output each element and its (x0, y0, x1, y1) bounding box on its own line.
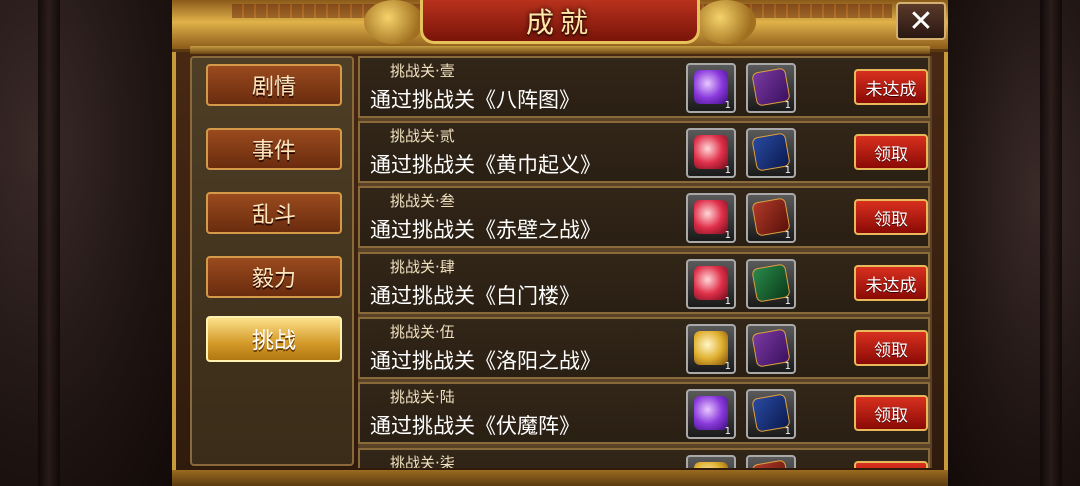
achievement-stage-label: 挑战关·壹 (390, 62, 455, 80)
purple-gem-icon (694, 70, 728, 104)
reward-count: 1 (784, 230, 791, 241)
panel-inner-border (190, 46, 930, 54)
not-achieved-button[interactable]: 未达成 (854, 69, 928, 105)
action-label: 未达成 (865, 275, 917, 296)
reward-slot[interactable]: 1 (686, 259, 736, 309)
tab-event[interactable]: 事件 (206, 128, 342, 170)
claim-button[interactable]: 领取 (854, 330, 928, 366)
reward-slot[interactable]: 1 (686, 324, 736, 374)
achievement-stage-label: 挑战关·肆 (390, 258, 455, 276)
background-decor (1040, 0, 1062, 486)
achievement-row: 挑战关·柒 (358, 448, 930, 468)
achievement-stage-label: 挑战关·贰 (390, 127, 455, 145)
page-title: 成就 (525, 5, 594, 39)
achievement-row: 挑战关·壹 通过挑战关《八阵图》 1 1 未达成 (358, 56, 930, 118)
reward-count: 1 (724, 296, 731, 307)
red-gem-icon (694, 135, 728, 169)
reward-slot[interactable]: 1 (746, 128, 796, 178)
category-sidebar: 剧情 事件 乱斗 毅力 挑战 (190, 56, 354, 466)
close-button[interactable]: ✕ (896, 2, 946, 40)
background-decor (38, 0, 60, 486)
tab-story[interactable]: 剧情 (206, 64, 342, 106)
claim-button[interactable] (854, 461, 928, 468)
panel-bottom-border (172, 470, 948, 486)
scroll-ornament-icon (696, 0, 756, 44)
title-plate: 成就 (420, 0, 700, 44)
tab-label: 乱斗 (251, 203, 296, 228)
reward-slot[interactable]: 1 (746, 324, 796, 374)
action-label: 领取 (874, 405, 908, 426)
reward-slot[interactable]: 1 (746, 259, 796, 309)
reward-slot[interactable]: 1 (686, 128, 736, 178)
achievement-title: 通过挑战关《八阵图》 (370, 88, 580, 112)
reward-count: 1 (784, 426, 791, 437)
gold-gem-icon (694, 462, 728, 468)
background-left (0, 0, 180, 486)
action-label: 领取 (874, 340, 908, 361)
reward-slot[interactable]: 1 (686, 193, 736, 243)
red-gem-icon (694, 266, 728, 300)
reward-count: 1 (724, 426, 731, 437)
reward-count: 1 (724, 100, 731, 111)
achievement-title: 通过挑战关《伏魔阵》 (370, 414, 580, 438)
action-label: 领取 (874, 144, 908, 165)
tab-label: 毅力 (251, 267, 296, 292)
reward-count: 1 (724, 165, 731, 176)
close-icon: ✕ (908, 3, 934, 39)
achievement-stage-label: 挑战关·叁 (390, 192, 455, 210)
achievement-stage-label: 挑战关·伍 (390, 323, 455, 341)
achievement-row: 挑战关·贰 通过挑战关《黄巾起义》 1 1 领取 (358, 121, 930, 183)
reward-slot[interactable] (746, 455, 796, 468)
action-label: 领取 (874, 209, 908, 230)
tab-label: 挑战 (251, 329, 296, 354)
achievement-title: 通过挑战关《白门楼》 (370, 284, 580, 308)
tab-challenge[interactable]: 挑战 (206, 316, 342, 362)
reward-slot[interactable]: 1 (746, 193, 796, 243)
reward-count: 1 (784, 100, 791, 111)
reward-count: 1 (784, 165, 791, 176)
not-achieved-button[interactable]: 未达成 (854, 265, 928, 301)
tab-perseverance[interactable]: 毅力 (206, 256, 342, 298)
achievement-row: 挑战关·叁 通过挑战关《赤壁之战》 1 1 领取 (358, 186, 930, 248)
claim-button[interactable]: 领取 (854, 199, 928, 235)
tab-label: 剧情 (251, 75, 296, 100)
achievement-list[interactable]: 挑战关·壹 通过挑战关《八阵图》 1 1 未达成 挑战关·贰 通过挑战关《黄巾起… (358, 56, 932, 468)
reward-slot[interactable]: 1 (746, 389, 796, 439)
claim-button[interactable]: 领取 (854, 134, 928, 170)
achievement-row: 挑战关·陆 通过挑战关《伏魔阵》 1 1 领取 (358, 382, 930, 444)
reward-slot[interactable] (686, 455, 736, 468)
tab-brawl[interactable]: 乱斗 (206, 192, 342, 234)
achievement-stage-label: 挑战关·陆 (390, 388, 455, 406)
scroll-ornament-icon (364, 0, 424, 44)
reward-slot[interactable]: 1 (686, 389, 736, 439)
reward-count: 1 (724, 361, 731, 372)
action-label: 未达成 (865, 79, 917, 100)
reward-count: 1 (784, 296, 791, 307)
red-book-icon (751, 459, 791, 468)
reward-slot[interactable]: 1 (746, 63, 796, 113)
gold-gem-icon (694, 331, 728, 365)
achievement-row: 挑战关·伍 通过挑战关《洛阳之战》 1 1 领取 (358, 317, 930, 379)
reward-slot[interactable]: 1 (686, 63, 736, 113)
red-gem-icon (694, 200, 728, 234)
achievement-row: 挑战关·肆 通过挑战关《白门楼》 1 1 未达成 (358, 252, 930, 314)
claim-button[interactable]: 领取 (854, 395, 928, 431)
reward-count: 1 (784, 361, 791, 372)
achievement-stage-label: 挑战关·柒 (390, 454, 455, 468)
reward-count: 1 (724, 230, 731, 241)
achievement-title: 通过挑战关《赤壁之战》 (370, 218, 601, 242)
achievement-title: 通过挑战关《洛阳之战》 (370, 349, 601, 373)
achievement-title: 通过挑战关《黄巾起义》 (370, 153, 601, 177)
tab-label: 事件 (251, 139, 296, 164)
purple-gem-icon (694, 396, 728, 430)
